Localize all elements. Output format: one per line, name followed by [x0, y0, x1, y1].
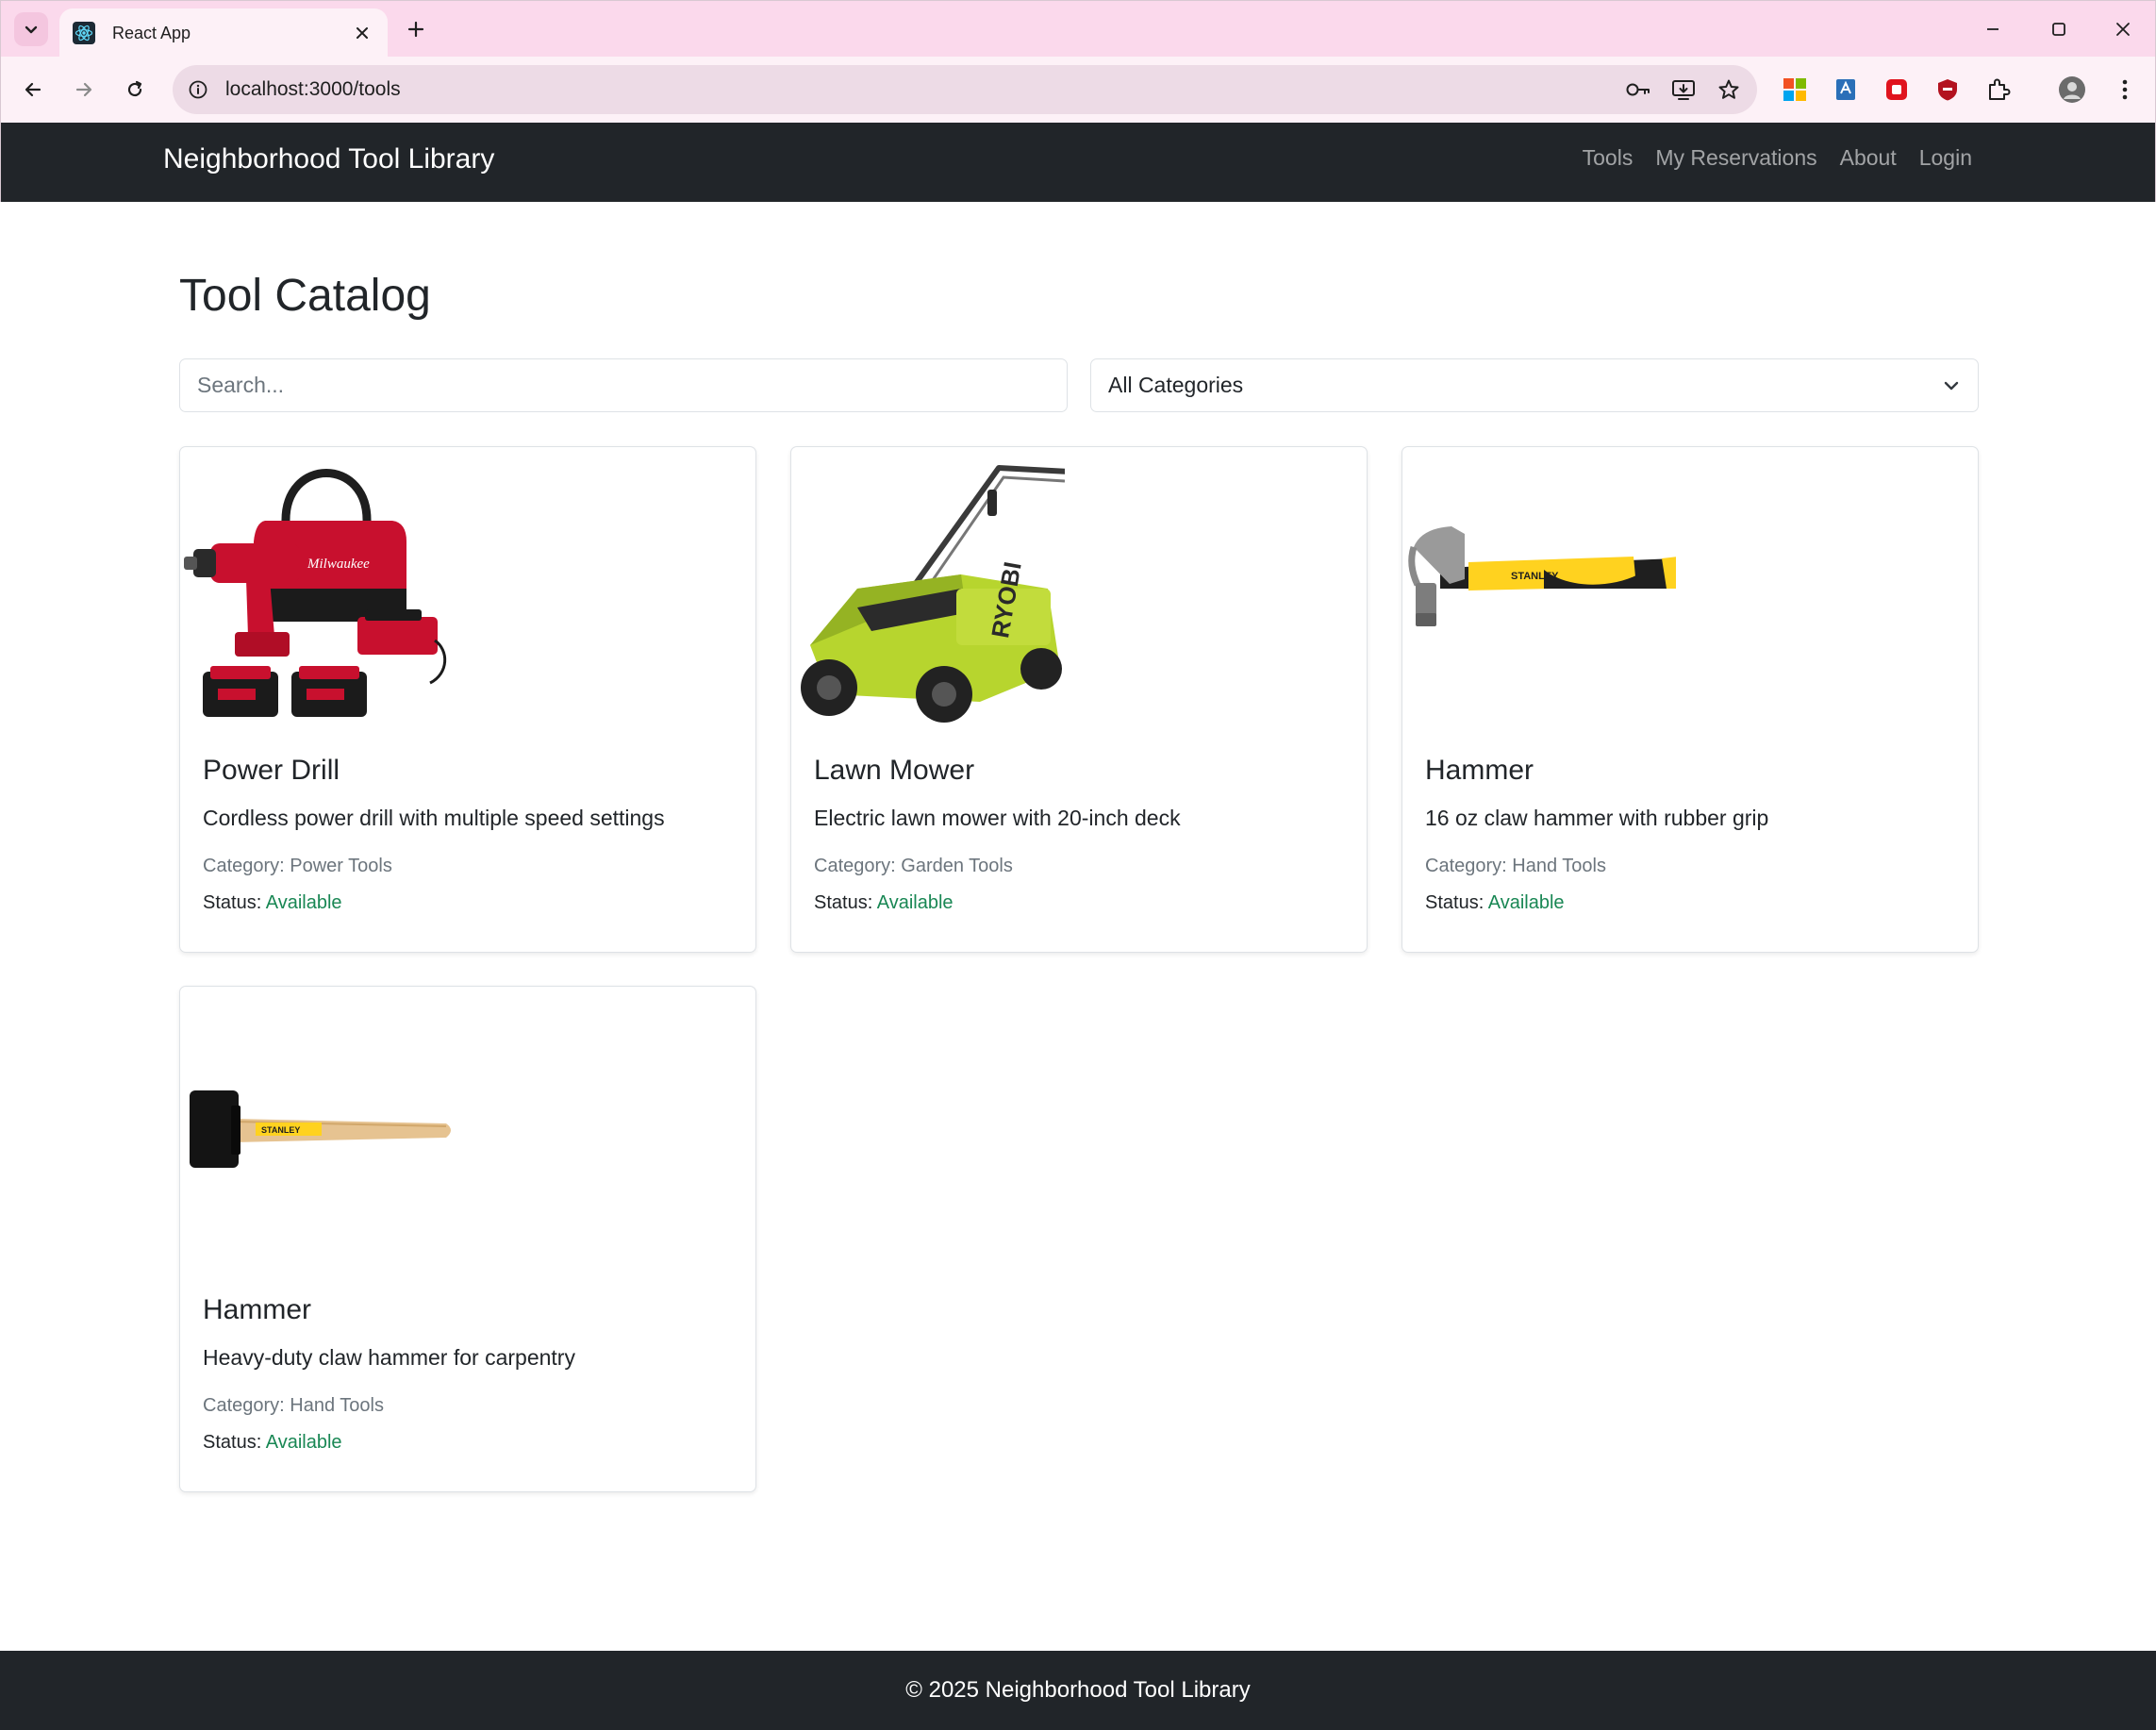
- chevron-down-icon: [1944, 381, 1959, 390]
- navbar-brand[interactable]: Neighborhood Tool Library: [163, 143, 494, 175]
- tool-status: Status: Available: [1425, 892, 1959, 914]
- minimize-button[interactable]: [1972, 12, 2014, 46]
- tool-description: Electric lawn mower with 20-inch deck: [814, 806, 1181, 830]
- tool-category: Category: Hand Tools: [203, 1395, 384, 1416]
- power-drill-image: Milwaukee: [184, 469, 447, 717]
- tool-category: Category: Hand Tools: [1425, 856, 1606, 876]
- microsoft-extension-icon[interactable]: [1778, 73, 1812, 107]
- card-body: Lawn Mower Electric lawn mower with 20-i…: [814, 755, 1348, 914]
- nav-link-login[interactable]: Login: [1919, 145, 1972, 171]
- close-window-button[interactable]: [2102, 12, 2144, 46]
- reload-button[interactable]: [118, 73, 152, 107]
- new-tab-button[interactable]: [401, 14, 431, 44]
- status-label: Status:: [203, 892, 262, 913]
- page-footer: © 2025 Neighborhood Tool Library: [0, 1651, 2156, 1730]
- nav-link-my-reservations[interactable]: My Reservations: [1655, 145, 1816, 171]
- shield-extension-icon[interactable]: [1931, 73, 1965, 107]
- status-label: Status:: [203, 1432, 262, 1453]
- tab-close-button[interactable]: [350, 21, 374, 45]
- nav-link-tools[interactable]: Tools: [1583, 145, 1634, 171]
- svg-text:Milwaukee: Milwaukee: [307, 557, 370, 572]
- tool-card[interactable]: RYOBI Lawn Mower Electric lawn mower wit…: [790, 446, 1368, 953]
- svg-text:STANLEY: STANLEY: [261, 1125, 300, 1135]
- tool-description: 16 oz claw hammer with rubber grip: [1425, 806, 1769, 830]
- maximize-button[interactable]: [2038, 12, 2080, 46]
- status-label: Status:: [814, 892, 873, 913]
- profile-avatar-icon[interactable]: [2055, 73, 2089, 107]
- status-value: Available: [1487, 892, 1565, 913]
- card-body: Hammer 16 oz claw hammer with rubber gri…: [1425, 755, 1959, 914]
- bookmark-star-icon[interactable]: [1712, 73, 1746, 107]
- arrow-right-icon: [75, 82, 92, 97]
- tab-title: React App: [112, 23, 191, 42]
- back-button[interactable]: [16, 73, 50, 107]
- tool-name: Hammer: [203, 1294, 312, 1325]
- red-extension-icon[interactable]: [1880, 73, 1914, 107]
- rubber-mallet-image: STANLEY: [190, 1090, 451, 1168]
- tool-category: Category: Garden Tools: [814, 856, 1013, 876]
- tool-card[interactable]: STANLEY Hammer 16 oz claw hammer with ru…: [1401, 446, 1979, 953]
- tool-status: Status: Available: [814, 892, 1348, 914]
- claw-hammer-image: STANLEY: [1408, 526, 1676, 626]
- footer-copyright: © 2025 Neighborhood Tool Library: [905, 1677, 1251, 1703]
- nav-link-about[interactable]: About: [1840, 145, 1897, 171]
- maximize-icon: [2052, 23, 2065, 36]
- forward-button[interactable]: [67, 73, 101, 107]
- browser-tab-active[interactable]: React App: [59, 8, 388, 58]
- tool-category: Category: Power Tools: [203, 856, 392, 876]
- tool-description: Heavy-duty claw hammer for carpentry: [203, 1345, 575, 1370]
- close-icon: [357, 27, 368, 39]
- browser-tabstrip: React App: [0, 0, 2156, 58]
- page-title: Tool Catalog: [179, 271, 431, 321]
- site-info-icon[interactable]: [184, 75, 212, 104]
- kebab-menu-icon[interactable]: [2108, 73, 2142, 107]
- card-body: Power Drill Cordless power drill with mu…: [203, 755, 737, 914]
- tool-name: Power Drill: [203, 755, 340, 786]
- tool-status: Status: Available: [203, 1432, 737, 1454]
- search-input[interactable]: [179, 358, 1068, 412]
- category-select-value: All Categories: [1108, 373, 1244, 397]
- tool-name: Lawn Mower: [814, 755, 975, 786]
- address-bar[interactable]: localhost:3000/tools: [173, 65, 1757, 114]
- category-select[interactable]: All Categories: [1090, 358, 1979, 412]
- close-icon: [2116, 23, 2130, 36]
- react-logo-icon: [73, 22, 95, 44]
- tool-status: Status: Available: [203, 892, 737, 914]
- status-value: Available: [265, 1432, 342, 1453]
- translate-extension-icon[interactable]: [1829, 73, 1863, 107]
- app-navbar: Neighborhood Tool Library Tools My Reser…: [0, 123, 2156, 202]
- status-value: Available: [265, 892, 342, 913]
- navbar-links: Tools My Reservations About Login: [1583, 145, 1972, 171]
- tab-search-button[interactable]: [14, 12, 48, 46]
- password-key-icon[interactable]: [1621, 73, 1655, 107]
- status-value: Available: [876, 892, 954, 913]
- tool-card[interactable]: STANLEY Hammer Heavy-duty claw hammer fo…: [179, 986, 756, 1492]
- arrow-left-icon: [25, 82, 41, 97]
- minimize-icon: [1987, 28, 1998, 30]
- extensions-puzzle-icon[interactable]: [1982, 73, 2015, 107]
- status-label: Status:: [1425, 892, 1484, 913]
- chevron-down-icon: [25, 25, 38, 34]
- card-body: Hammer Heavy-duty claw hammer for carpen…: [203, 1294, 737, 1454]
- svg-text:STANLEY: STANLEY: [1511, 571, 1559, 582]
- lawn-mower-image: RYOBI: [801, 465, 1065, 723]
- url-text: localhost:3000/tools: [225, 78, 401, 100]
- tool-name: Hammer: [1425, 755, 1534, 786]
- plus-icon: [407, 21, 424, 38]
- tool-description: Cordless power drill with multiple speed…: [203, 806, 665, 830]
- tool-card[interactable]: Milwaukee Power Drill Cordless power dri…: [179, 446, 756, 953]
- install-app-icon[interactable]: [1667, 73, 1700, 107]
- reload-icon: [127, 80, 142, 97]
- browser-toolbar: localhost:3000/tools: [0, 57, 2156, 123]
